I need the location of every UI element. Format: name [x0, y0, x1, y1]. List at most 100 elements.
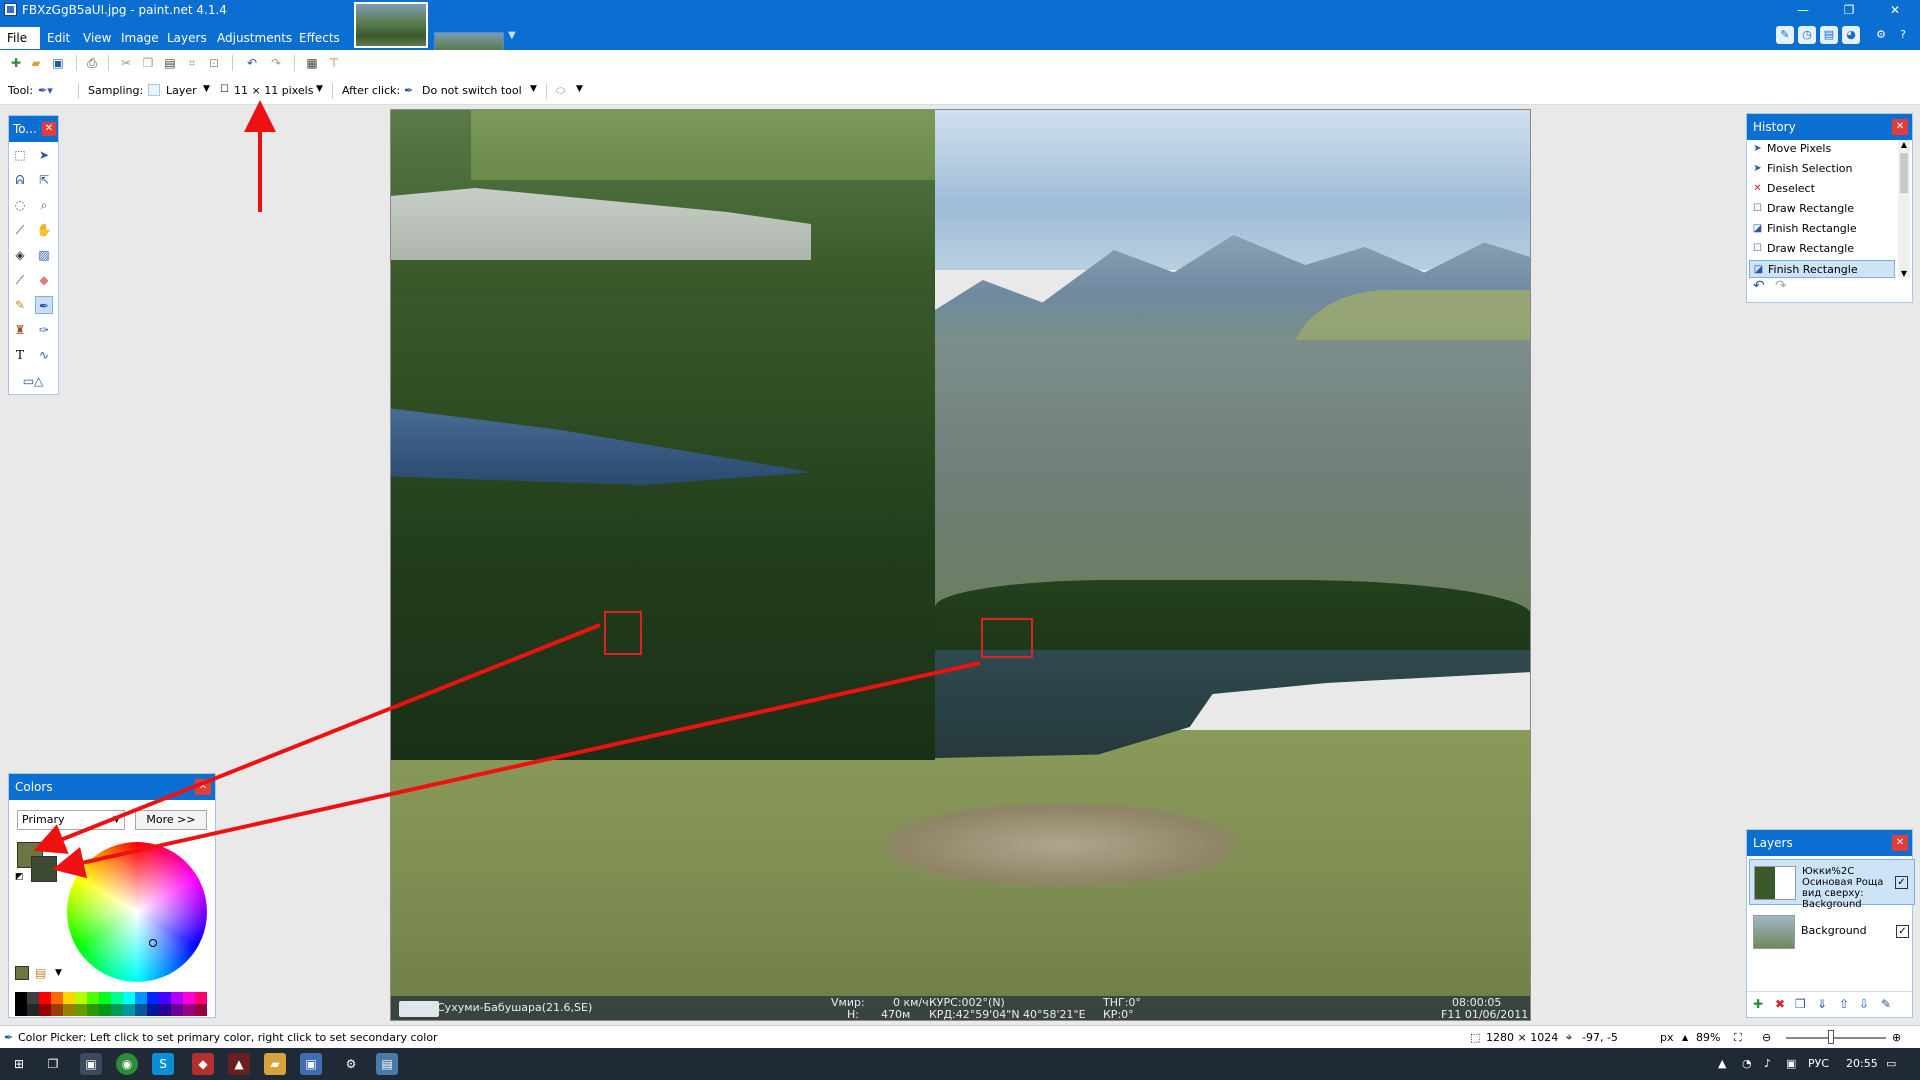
add-layer-icon[interactable]: ✚	[1753, 997, 1763, 1011]
swap-colors-icon[interactable]: ⇄	[47, 840, 55, 850]
after-click-chevron-icon[interactable]: ▼	[530, 84, 537, 94]
blend-mode-chevron-icon[interactable]: ▼	[576, 84, 583, 94]
chrome-icon[interactable]: ◉	[116, 1053, 138, 1075]
palette-swatch[interactable]	[195, 1004, 207, 1016]
undo-icon[interactable]: ↶	[244, 55, 260, 71]
layer-row[interactable]: Background ✓	[1749, 909, 1915, 955]
color-mode-dropdown[interactable]: Primary ▼	[17, 810, 125, 830]
color-picker-tool-icon[interactable]: ✒▾	[38, 84, 53, 97]
close-button[interactable]: ✕	[1872, 0, 1918, 20]
zoom-slider-track[interactable]	[1786, 1037, 1886, 1039]
palette-swatch[interactable]	[135, 992, 147, 1004]
history-item[interactable]: ☐ Draw Rectangle	[1749, 200, 1895, 218]
palette-swatch[interactable]	[87, 1004, 99, 1016]
history-item[interactable]: ➤ Finish Selection	[1749, 160, 1895, 178]
blend-mode-icon[interactable]: ⬭	[556, 84, 565, 98]
menu-file[interactable]: File	[0, 27, 40, 49]
paint-bucket-tool-icon[interactable]: ◈	[11, 246, 29, 264]
clock[interactable]: 20:55	[1846, 1057, 1878, 1070]
gradient-tool-icon[interactable]: ▨	[35, 246, 53, 264]
palette-swatch[interactable]	[183, 992, 195, 1004]
palette-swatch[interactable]	[27, 1004, 39, 1016]
tools-panel-close-icon[interactable]: ✕	[42, 122, 56, 136]
more-colors-button[interactable]: More >>	[135, 810, 207, 830]
palette-swatch[interactable]	[183, 1004, 195, 1016]
scroll-thumb[interactable]	[1900, 153, 1908, 193]
start-windows-icon[interactable]: ⊞	[8, 1053, 30, 1075]
layers-panel-close-icon[interactable]: ✕	[1892, 835, 1908, 851]
palette-menu-icon[interactable]: ▤	[35, 966, 46, 980]
tray-app-icon[interactable]: ▣	[1786, 1057, 1796, 1070]
sim-app-icon[interactable]: ▲	[228, 1053, 250, 1075]
zoom-slider-thumb[interactable]	[1828, 1030, 1834, 1044]
history-redo-icon[interactable]: ↷	[1775, 278, 1787, 294]
magic-wand-tool-icon[interactable]: ⟋	[11, 221, 29, 239]
palette-swatch[interactable]	[75, 1004, 87, 1016]
palette-swatch[interactable]	[123, 992, 135, 1004]
layers-window-toggle-icon[interactable]: ▤	[1820, 26, 1838, 44]
color-wheel[interactable]	[67, 842, 207, 982]
image-tab-thumbnail-active[interactable]	[354, 2, 428, 48]
open-icon[interactable]: ▰	[28, 55, 44, 71]
palette-swatch[interactable]	[39, 992, 51, 1004]
menu-effects[interactable]: Effects	[292, 27, 342, 49]
color-picker-tool-icon-active[interactable]: ✒	[35, 296, 53, 314]
move-selected-tool-icon[interactable]: ➤	[35, 146, 53, 164]
menu-edit[interactable]: Edit	[40, 27, 76, 49]
move-layer-up-icon[interactable]: ⇧	[1839, 997, 1849, 1011]
zoom-to-window-icon[interactable]: ⛶	[1734, 1031, 1742, 1045]
taskbar-app-icon[interactable]: ▣	[80, 1053, 102, 1075]
crop-icon[interactable]: ⌗	[184, 55, 200, 71]
zoom-level[interactable]: 89%	[1696, 1031, 1720, 1044]
recolor-tool-icon[interactable]: ✑	[35, 321, 53, 339]
volume-icon[interactable]: ♪	[1764, 1057, 1771, 1070]
menu-adjustments[interactable]: Adjustments	[210, 27, 292, 49]
paintnet-taskbar-icon[interactable]: ▣	[300, 1053, 322, 1075]
history-item[interactable]: ➤ Move Pixels	[1749, 140, 1895, 158]
palette-swatch[interactable]	[171, 1004, 183, 1016]
skype-icon[interactable]: S	[152, 1053, 174, 1075]
history-window-toggle-icon[interactable]: ◷	[1798, 26, 1816, 44]
keyboard-language[interactable]: РУС	[1808, 1057, 1829, 1070]
secondary-color-swatch[interactable]	[31, 856, 57, 882]
menu-layers[interactable]: Layers	[160, 27, 210, 49]
delete-layer-icon[interactable]: ✖	[1775, 997, 1785, 1011]
palette-swatch[interactable]	[87, 992, 99, 1004]
palette-swatch[interactable]	[195, 992, 207, 1004]
palette-swatch[interactable]	[99, 992, 111, 1004]
sampling-chevron-icon[interactable]: ▼	[203, 84, 210, 94]
palette-swatch[interactable]	[147, 1004, 159, 1016]
history-item[interactable]: ✕ Deselect	[1749, 180, 1895, 198]
line-curve-tool-icon[interactable]: ∿	[35, 346, 53, 364]
lasso-select-tool-icon[interactable]: ᕱ	[11, 171, 29, 189]
zoom-in-icon[interactable]: ⊕	[1892, 1031, 1901, 1044]
move-layer-down-icon[interactable]: ⇩	[1859, 997, 1869, 1011]
layer-visibility-checkbox[interactable]: ✓	[1896, 925, 1909, 938]
menu-image[interactable]: Image	[114, 27, 160, 49]
palette-swatch[interactable]	[75, 992, 87, 1004]
palette-swatch[interactable]	[123, 1004, 135, 1016]
maximize-button[interactable]: ❐	[1826, 0, 1872, 20]
settings-gear-icon[interactable]: ⚙	[1872, 26, 1890, 44]
palette-swatch[interactable]	[39, 1004, 51, 1016]
zoom-tool-icon[interactable]: ⌕	[35, 196, 53, 214]
history-item[interactable]: ☐ Draw Rectangle	[1749, 240, 1895, 258]
remote-app-icon[interactable]: ▤	[376, 1053, 398, 1075]
colors-window-toggle-icon[interactable]: ◕	[1842, 26, 1860, 44]
palette-swatch[interactable]	[99, 1004, 111, 1016]
palette-swatch[interactable]	[15, 992, 27, 1004]
history-scrollbar[interactable]: ▲ ▼	[1898, 140, 1910, 278]
notifications-icon[interactable]: ▭	[1886, 1057, 1896, 1070]
pencil-tool-icon[interactable]: ✎	[11, 296, 29, 314]
task-view-icon[interactable]: ❐	[42, 1053, 64, 1075]
tray-chevron-icon[interactable]: ▲	[1718, 1057, 1726, 1070]
eraser-tool-icon[interactable]: ◆	[35, 271, 53, 289]
grid-icon[interactable]: ▦	[304, 55, 320, 71]
shapes-tool-icon[interactable]: ▭△	[15, 372, 51, 390]
cut-icon[interactable]: ✂	[118, 55, 134, 71]
deselect-toolbar-icon[interactable]: ⊡	[206, 55, 222, 71]
move-selection-tool-icon[interactable]: ⇱	[35, 171, 53, 189]
clone-stamp-tool-icon[interactable]: ♜	[11, 321, 29, 339]
sample-size-dropdown[interactable]: 11 × 11 pixels	[234, 84, 313, 97]
palette-swatch[interactable]	[51, 1004, 63, 1016]
